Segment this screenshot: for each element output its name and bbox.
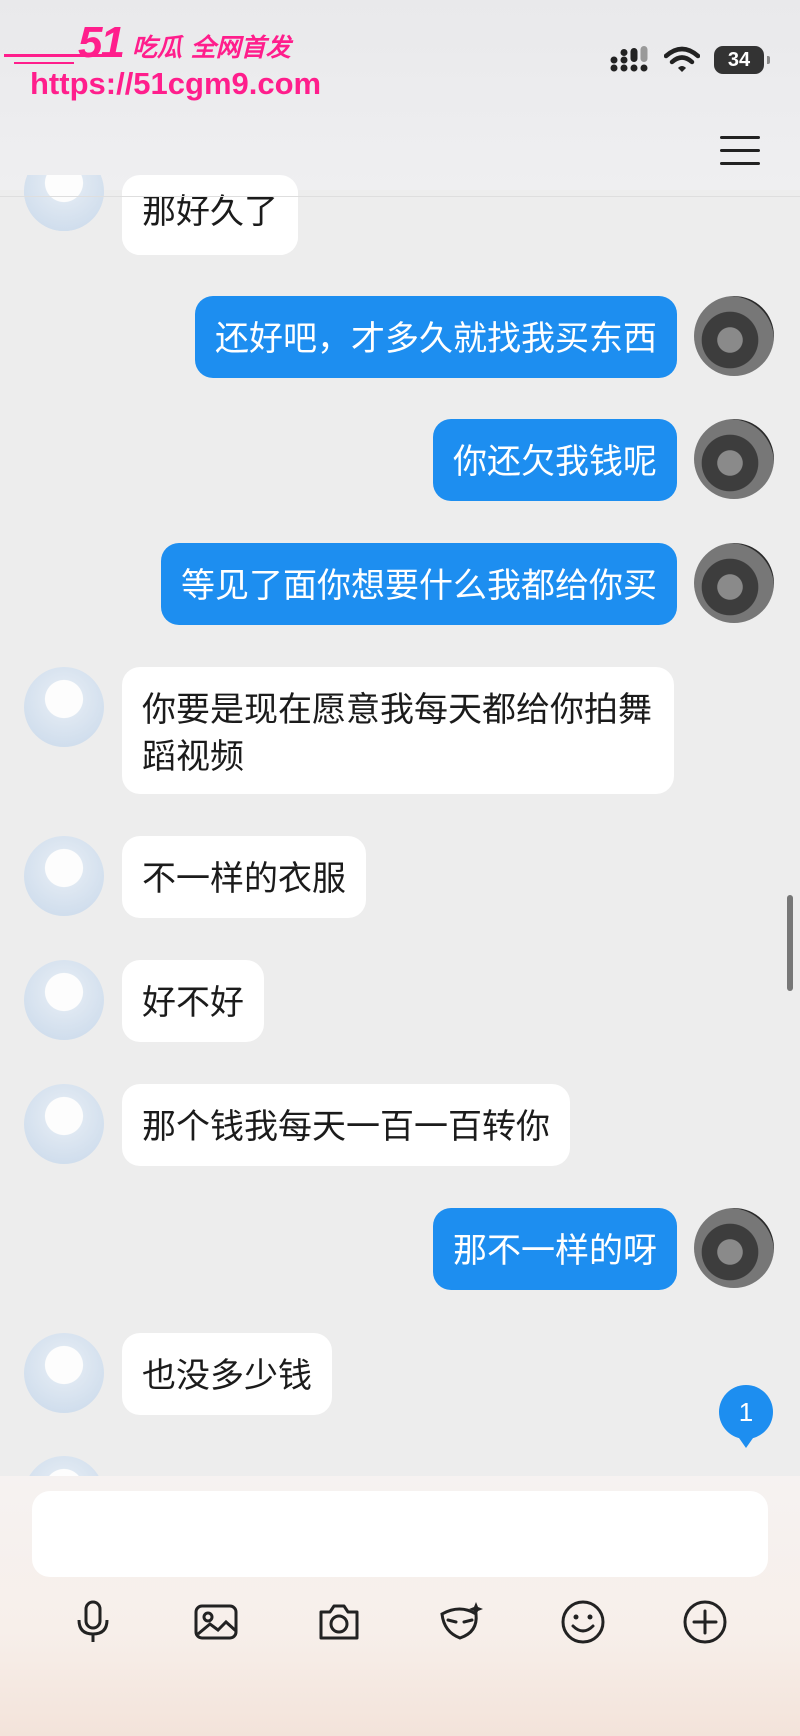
camera-icon [319,1604,359,1640]
status-bar: 51 吃瓜 全网首发 https://51cgm9.com 34 [0,0,800,190]
user-avatar[interactable] [694,543,774,623]
message-bubble[interactable]: 也没多少钱 [122,1333,332,1415]
emoji-icon [561,1600,605,1644]
battery-indicator: 34 [714,46,770,74]
message-bubble[interactable]: 那不一样的呀 [433,1208,677,1290]
contact-avatar[interactable] [24,960,104,1040]
message-input[interactable] [32,1491,768,1577]
menu-icon-line [720,136,760,139]
watermark-line [14,62,74,64]
plus-icon [683,1600,727,1644]
contact-avatar[interactable] [24,1333,104,1413]
voice-button[interactable] [65,1594,121,1650]
unread-badge[interactable]: 1 [719,1385,773,1448]
user-avatar[interactable] [694,419,774,499]
message-bubble[interactable]: 你要是现在愿意我每天都给你拍舞蹈视频 [122,667,674,794]
ai-mask-icon [440,1602,483,1640]
user-avatar[interactable] [694,296,774,376]
message-bubble[interactable]: 你还欠我钱呢 [433,419,677,501]
more-button[interactable] [677,1594,733,1650]
menu-icon-line [720,149,760,152]
ai-sticker-button[interactable] [432,1594,488,1650]
watermark: 51 吃瓜 全网首发 https://51cgm9.com [0,14,321,114]
menu-icon-line [720,162,760,165]
message-bubble[interactable]: 还好吧，才多久就找我买东西 [195,296,677,378]
watermark-url: https://51cgm9.com [30,66,322,101]
mic-icon [77,1600,109,1642]
header-divider [0,196,800,197]
emoji-button[interactable] [555,1594,611,1650]
contact-avatar[interactable] [24,1456,104,1476]
user-avatar[interactable] [694,1208,774,1288]
message-bubble[interactable]: 那个钱我每天一百一百转你 [122,1084,570,1166]
watermark-slogan: 吃瓜 全网首发 [132,33,291,62]
contact-avatar[interactable] [24,1084,104,1164]
message-bubble[interactable]: 那好久了 [122,175,298,255]
scrollbar[interactable] [787,895,793,991]
gallery-button[interactable] [188,1594,244,1650]
contact-avatar[interactable] [24,667,104,747]
message-row-received: 那好久了 [0,175,800,257]
contact-avatar[interactable] [24,836,104,916]
camera-button[interactable] [311,1594,367,1650]
message-bubble[interactable]: 好不好 [122,960,264,1042]
signal-icon [610,46,648,72]
message-bubble[interactable]: 不一样的衣服 [122,836,366,918]
image-icon [194,1604,238,1640]
message-bubble[interactable]: 等见了面你想要什么我都给你买 [161,543,677,625]
menu-button[interactable] [720,136,760,168]
wifi-icon [664,46,700,72]
composer [0,1476,800,1736]
watermark-logo: 51 [78,18,125,67]
status-icons: 34 [610,40,770,80]
